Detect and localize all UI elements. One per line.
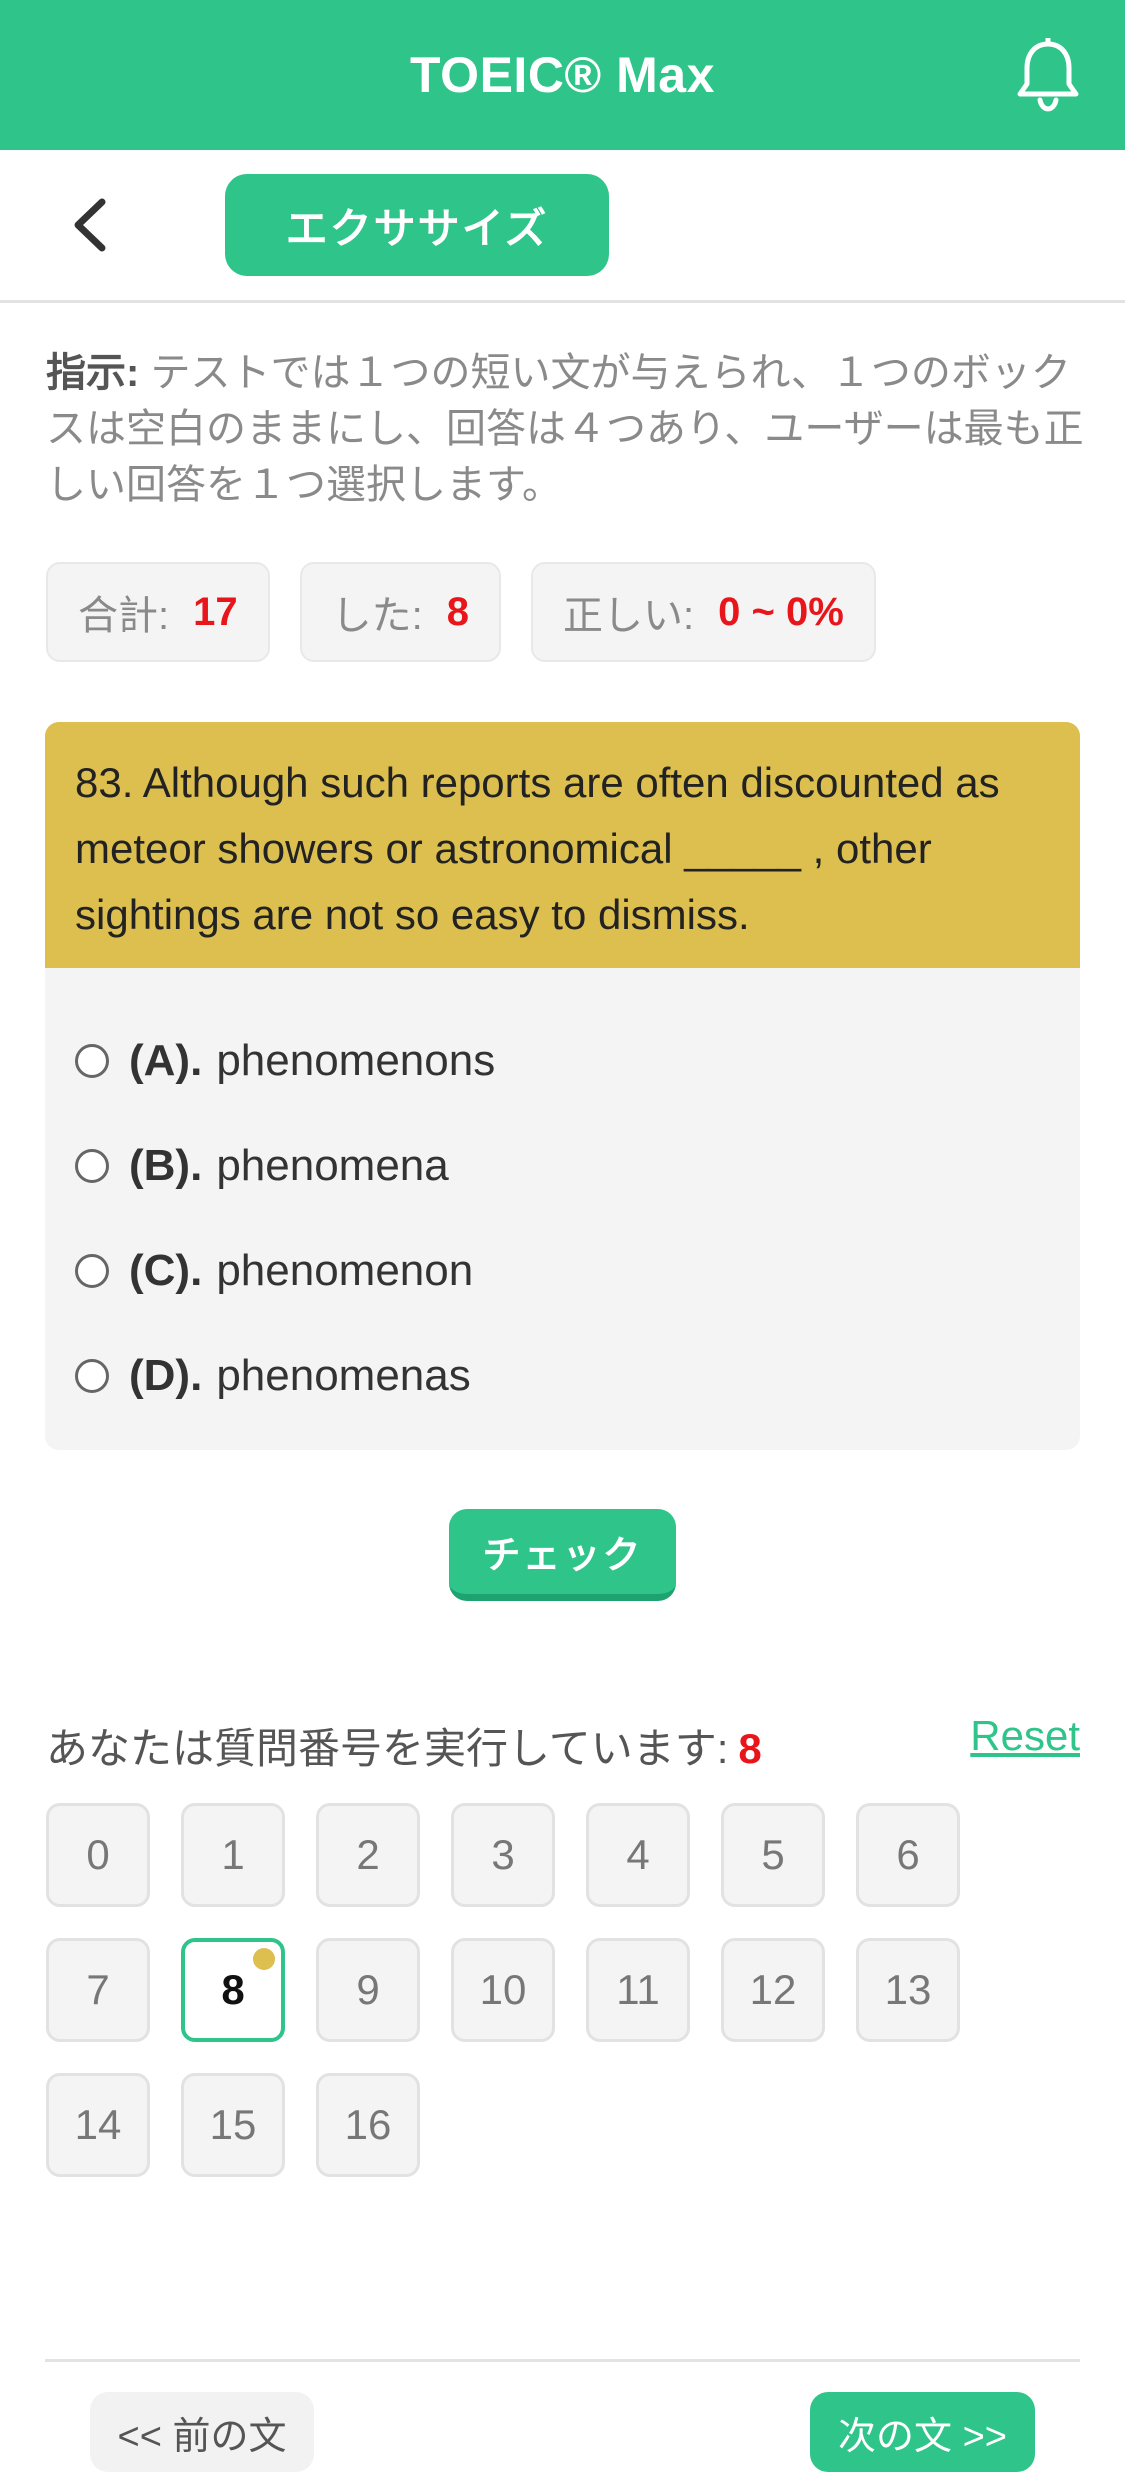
question-number-button[interactable]: 12 bbox=[721, 1938, 825, 2042]
sub-header: エクササイズ bbox=[0, 150, 1125, 303]
stat-correct-label: 正しい: bbox=[563, 594, 695, 638]
option-d[interactable]: (D). phenomenas bbox=[45, 1323, 1080, 1428]
current-question-number: 8 bbox=[738, 1725, 762, 1772]
stat-done-value: 8 bbox=[446, 589, 469, 634]
question-number-button[interactable]: 11 bbox=[586, 1938, 690, 2042]
option-text: phenomenons bbox=[216, 1035, 496, 1085]
question-number-button[interactable]: 1 bbox=[181, 1803, 285, 1907]
option-b[interactable]: (B). phenomena bbox=[45, 1113, 1080, 1218]
chevron-left-icon[interactable] bbox=[62, 190, 122, 260]
bell-icon[interactable] bbox=[1013, 38, 1083, 112]
divider bbox=[45, 2359, 1080, 2362]
option-text: phenomenas bbox=[216, 1350, 471, 1400]
prev-sentence-button[interactable]: << 前の文 bbox=[90, 2392, 314, 2472]
stat-total-value: 17 bbox=[193, 589, 238, 634]
question-number-button[interactable]: 14 bbox=[46, 2073, 150, 2177]
radio-button[interactable] bbox=[75, 1043, 109, 1078]
instruction-text: 指示: テストでは１つの短い文が与えられ、１つのボックスは空白のままにし、回答は… bbox=[46, 345, 1086, 513]
reset-link[interactable]: Reset bbox=[970, 1712, 1080, 1760]
stat-done-label: した: bbox=[331, 594, 423, 638]
option-text: phenomenon bbox=[216, 1245, 474, 1295]
progress-label: あなたは質問番号を実行しています: 8 bbox=[46, 1715, 762, 1776]
question-number-button[interactable]: 9 bbox=[316, 1938, 420, 2042]
question-card: 83. Although such reports are often disc… bbox=[45, 722, 1080, 1450]
question-number-button[interactable]: 0 bbox=[46, 1803, 150, 1907]
question-number-button[interactable]: 15 bbox=[181, 2073, 285, 2177]
option-c[interactable]: (C). phenomenon bbox=[45, 1218, 1080, 1323]
question-number-button[interactable]: 5 bbox=[721, 1803, 825, 1907]
question-number-label: 8 bbox=[221, 1966, 245, 2013]
option-a[interactable]: (A). phenomenons bbox=[45, 1008, 1080, 1113]
question-number-button[interactable]: 6 bbox=[856, 1803, 960, 1907]
option-letter: (C). bbox=[129, 1245, 203, 1295]
instruction-body: テストでは１つの短い文が与えられ、１つのボックスは空白のままにし、回答は４つあり… bbox=[46, 351, 1084, 507]
answered-indicator-dot bbox=[253, 1948, 275, 1970]
question-text: 83. Although such reports are often disc… bbox=[45, 722, 1080, 968]
stat-total: 合計: 17 bbox=[46, 562, 270, 662]
instruction-label: 指示: bbox=[46, 351, 140, 395]
radio-button[interactable] bbox=[75, 1253, 109, 1288]
stat-done: した: 8 bbox=[299, 562, 501, 662]
question-number-button[interactable]: 3 bbox=[451, 1803, 555, 1907]
question-number-button[interactable]: 2 bbox=[316, 1803, 420, 1907]
question-number-button[interactable]: 4 bbox=[586, 1803, 690, 1907]
app-header: TOEIC® Max bbox=[0, 0, 1125, 150]
stat-correct: 正しい: 0 ~ 0% bbox=[531, 562, 876, 662]
question-number-button[interactable]: 16 bbox=[316, 2073, 420, 2177]
option-text: phenomena bbox=[216, 1140, 449, 1190]
answer-options: (A). phenomenons (B). phenomena (C). phe… bbox=[45, 968, 1080, 1428]
app-title: TOEIC® Max bbox=[410, 47, 715, 103]
progress-text: あなたは質問番号を実行しています: bbox=[46, 1725, 729, 1772]
tab-exercise[interactable]: エクササイズ bbox=[225, 174, 609, 276]
question-number-button-active[interactable]: 8 bbox=[181, 1938, 285, 2042]
stat-correct-value: 0 ~ 0% bbox=[718, 589, 844, 634]
option-letter: (B). bbox=[129, 1140, 203, 1190]
option-letter: (D). bbox=[129, 1350, 203, 1400]
radio-button[interactable] bbox=[75, 1358, 109, 1393]
option-letter: (A). bbox=[129, 1035, 203, 1085]
stats-row: 合計: 17 した: 8 正しい: 0 ~ 0% bbox=[46, 562, 876, 662]
question-number-button[interactable]: 7 bbox=[46, 1938, 150, 2042]
question-number-button[interactable]: 13 bbox=[856, 1938, 960, 2042]
stat-total-label: 合計: bbox=[78, 594, 170, 638]
radio-button[interactable] bbox=[75, 1148, 109, 1183]
question-number-button[interactable]: 10 bbox=[451, 1938, 555, 2042]
check-button[interactable]: チェック bbox=[449, 1509, 676, 1601]
next-sentence-button[interactable]: 次の文 >> bbox=[810, 2392, 1035, 2472]
